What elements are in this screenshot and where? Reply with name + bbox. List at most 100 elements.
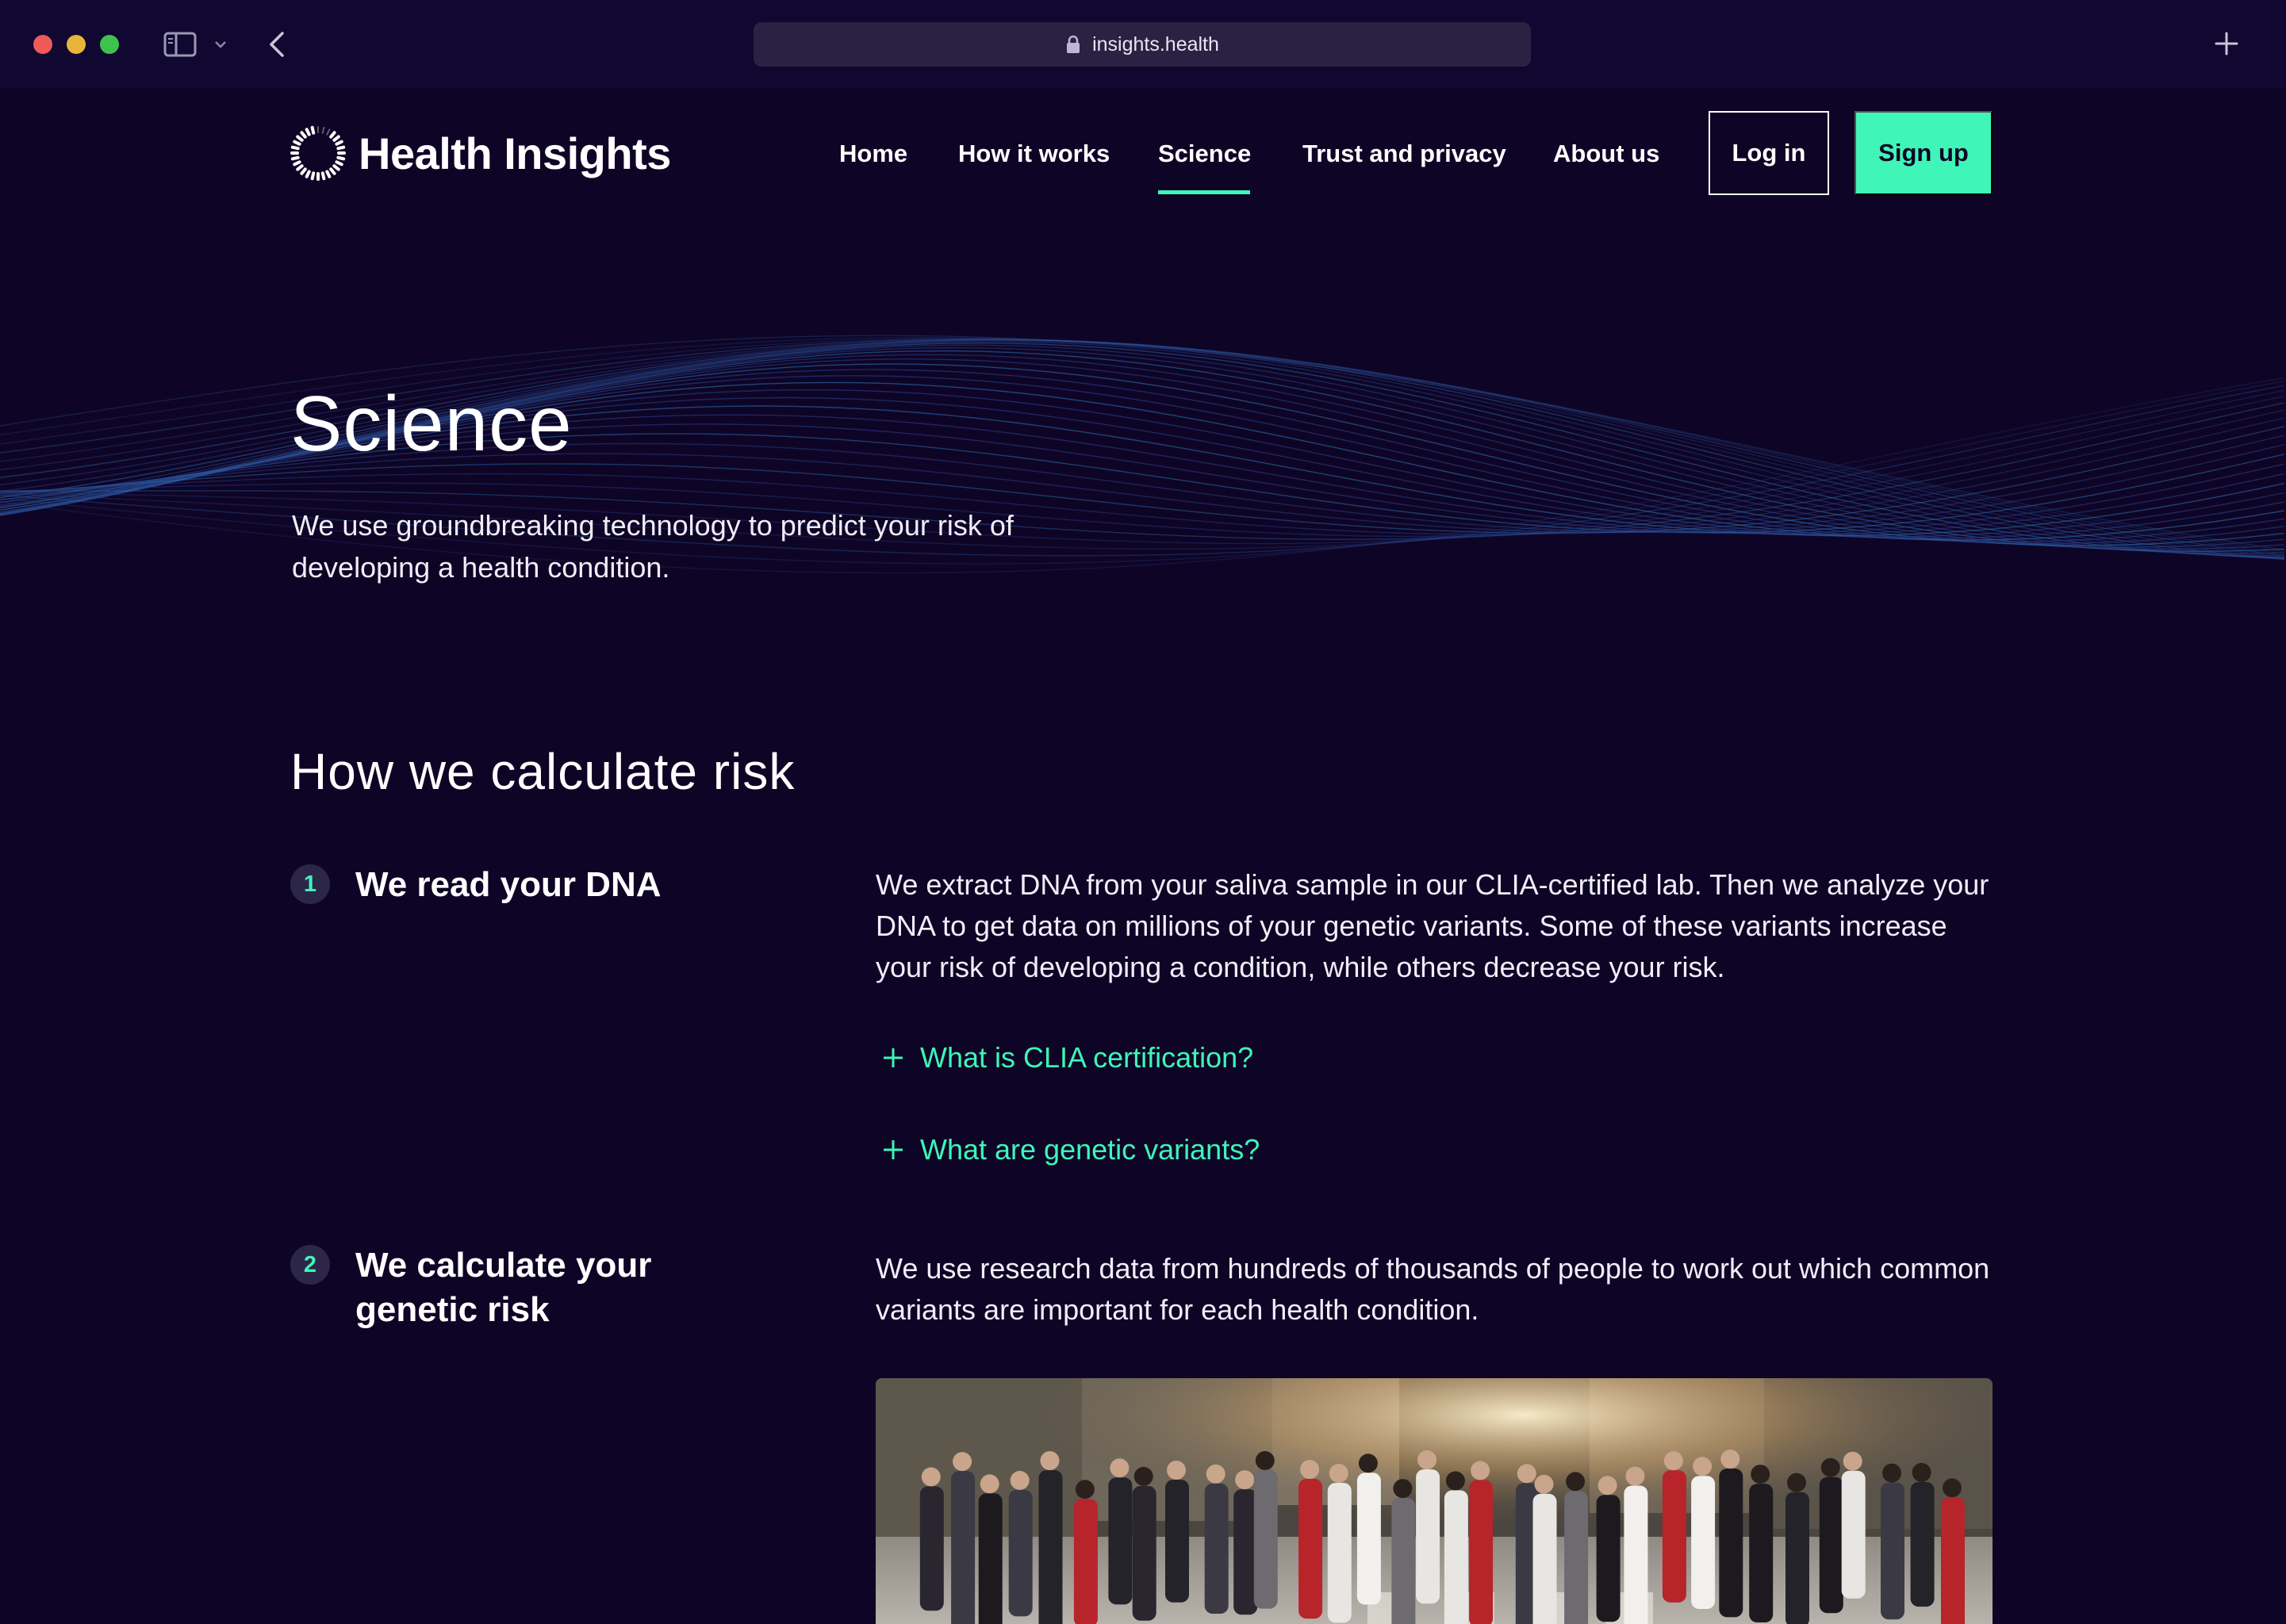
person-body xyxy=(1132,1485,1156,1621)
person-body xyxy=(1841,1470,1866,1599)
faq-toggle-genetic-variants[interactable]: What are genetic variants? xyxy=(880,1129,1260,1170)
person-body xyxy=(1749,1484,1774,1622)
person-head xyxy=(1329,1464,1348,1483)
person-body xyxy=(1662,1470,1686,1603)
hero-subtitle: We use groundbreaking technology to pred… xyxy=(292,509,1014,584)
person-head xyxy=(1075,1480,1095,1500)
person-body xyxy=(1444,1490,1468,1624)
logo-dash xyxy=(336,145,346,151)
sidebar-toggle-icon[interactable] xyxy=(163,32,197,57)
back-arrow-icon[interactable] xyxy=(267,29,289,60)
logo-dash xyxy=(329,131,336,139)
person-head xyxy=(1471,1461,1490,1480)
login-button[interactable]: Log in xyxy=(1709,111,1829,195)
logo-dash xyxy=(290,155,300,161)
person-body xyxy=(1624,1485,1648,1624)
person-body xyxy=(1564,1491,1589,1624)
logo-dash xyxy=(310,171,316,181)
brand-name: Health Insights xyxy=(359,128,671,178)
person-head xyxy=(1787,1473,1806,1492)
url-text: insights.health xyxy=(1092,33,1219,56)
address-bar[interactable]: insights.health xyxy=(754,22,1531,67)
person-body xyxy=(1298,1479,1323,1619)
person-body xyxy=(1719,1469,1743,1618)
logo-dash xyxy=(300,131,307,139)
section-title: How we calculate risk xyxy=(290,743,796,800)
logo-dash xyxy=(320,171,326,181)
faq-label: What is CLIA certification? xyxy=(920,1041,1254,1074)
nav-home[interactable]: Home xyxy=(839,133,907,174)
person-body xyxy=(919,1486,944,1611)
logo-dash xyxy=(290,145,300,151)
person-head xyxy=(1820,1457,1840,1477)
person-head xyxy=(1010,1470,1030,1490)
person-body xyxy=(1596,1495,1621,1622)
person-body xyxy=(1910,1481,1935,1607)
logo-dash xyxy=(296,135,304,142)
logo-dash xyxy=(335,140,343,146)
person-body xyxy=(1038,1470,1063,1624)
step-title: We calculate your genetic risk xyxy=(355,1246,652,1329)
person-head xyxy=(1534,1474,1554,1494)
person-body xyxy=(951,1471,976,1624)
person-body xyxy=(1416,1469,1440,1604)
logo-dash xyxy=(310,125,316,135)
person-body xyxy=(1233,1489,1258,1615)
brand-logo[interactable]: Health Insights xyxy=(290,124,671,182)
person-head xyxy=(1358,1454,1378,1473)
nav-trust-and-privacy[interactable]: Trust and privacy xyxy=(1302,133,1506,174)
logo-dash xyxy=(305,170,311,178)
person-body xyxy=(978,1493,1003,1624)
logo-dash xyxy=(326,128,331,136)
person-body xyxy=(1532,1493,1557,1624)
person-body xyxy=(1356,1473,1381,1605)
person-body xyxy=(1008,1489,1033,1617)
chevron-down-icon[interactable] xyxy=(213,36,228,52)
step-description: We use research data from hundreds of th… xyxy=(876,1252,1990,1326)
nav-science[interactable]: Science xyxy=(1158,133,1251,174)
zoom-window-button[interactable] xyxy=(100,35,119,54)
person-head xyxy=(1255,1450,1275,1470)
faq-toggle-clia[interactable]: What is CLIA certification? xyxy=(880,1037,1253,1078)
person-head xyxy=(1843,1451,1862,1471)
faq-label: What are genetic variants? xyxy=(920,1133,1260,1166)
close-window-button[interactable] xyxy=(33,35,52,54)
person-head xyxy=(1235,1470,1255,1490)
signup-button[interactable]: Sign up xyxy=(1854,111,1993,195)
logo-dash xyxy=(296,164,304,171)
new-tab-plus-icon[interactable] xyxy=(2213,30,2240,57)
person-head xyxy=(980,1474,999,1494)
crowd-street-illustration xyxy=(876,1378,1993,1624)
nav-how-it-works[interactable]: How it works xyxy=(958,133,1110,174)
plus-icon xyxy=(884,1140,903,1159)
logo-dash xyxy=(336,155,346,161)
person-head xyxy=(1393,1479,1413,1499)
person-head xyxy=(1912,1462,1931,1482)
plus-icon xyxy=(884,1048,903,1067)
active-nav-indicator xyxy=(1158,190,1250,194)
person-body xyxy=(1469,1480,1494,1624)
logo-dash xyxy=(329,167,336,175)
person-body xyxy=(1253,1469,1278,1609)
step-number-badge: 2 xyxy=(290,1245,330,1285)
logo-dash xyxy=(300,167,307,175)
browser-toolbar: insights.health xyxy=(0,0,2286,89)
person-body xyxy=(1108,1477,1133,1605)
person-head xyxy=(1693,1457,1713,1477)
person-head xyxy=(1598,1476,1617,1496)
minimize-window-button[interactable] xyxy=(67,35,86,54)
person-body xyxy=(1165,1480,1189,1603)
step-number-badge: 1 xyxy=(290,864,330,904)
spinner-ring-icon xyxy=(290,125,346,181)
person-body xyxy=(1391,1498,1416,1624)
nav-about-us[interactable]: About us xyxy=(1553,133,1659,174)
person-head xyxy=(1040,1451,1060,1470)
person-head xyxy=(1517,1464,1536,1484)
person-head xyxy=(1110,1458,1130,1478)
logo-dash xyxy=(321,126,325,134)
person-head xyxy=(921,1467,941,1487)
logo-dash xyxy=(293,160,301,167)
person-head xyxy=(1417,1450,1437,1469)
logo-dash xyxy=(325,170,332,178)
person-head xyxy=(1663,1451,1683,1471)
